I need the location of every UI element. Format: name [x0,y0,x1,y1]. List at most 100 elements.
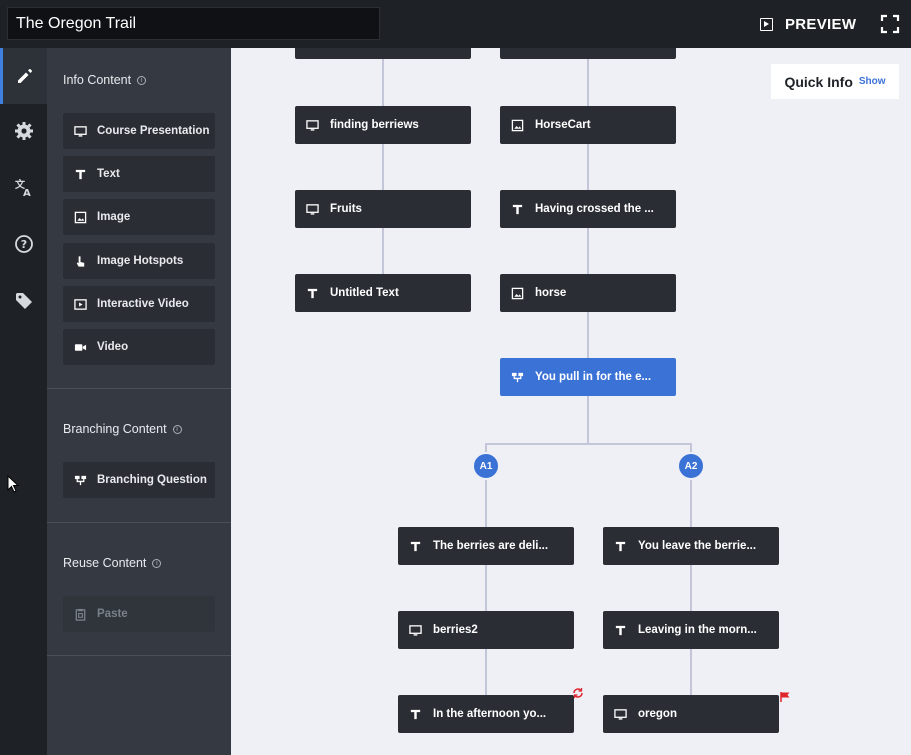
rail-translate[interactable]: 文A [0,159,47,215]
node-label: HorseCart [535,119,591,131]
reuse-content-heading: Reuse Content i [63,556,162,570]
node-label: horse [535,287,567,299]
info-icon[interactable]: i [137,75,147,85]
node-untitled-text[interactable]: Untitled Text [295,274,471,312]
quick-info-show-link[interactable]: Show [859,76,886,87]
panel-divider [47,388,231,389]
node-label: finding berriews [330,119,419,131]
tool-label: Video [97,341,129,353]
branching-icon [511,372,524,382]
node-you-leave[interactable]: You leave the berrie... [603,527,779,565]
info-content-heading: Info Content i [63,73,147,87]
help-icon: ? [14,235,33,253]
node-label: berries2 [433,624,478,636]
connector-line [382,144,384,190]
node-having-crossed[interactable]: Having crossed the ... [500,190,676,228]
node-label: Fruits [330,203,362,215]
tool-label: Image [97,211,131,223]
tool-label: Image Hotspots [97,255,184,267]
answer-badge-a1[interactable]: A1 [472,452,500,480]
title-input[interactable]: The Oregon Trail [7,7,380,40]
text-icon [615,541,626,551]
text-icon [615,625,626,635]
preview-icon [760,17,773,31]
image-icon [511,119,524,131]
node-finding-berriews[interactable]: finding berriews [295,106,471,144]
text-icon [410,541,421,551]
content-panel: Info Content i Course Presentation Text … [47,48,231,755]
node-label: oregon [638,708,677,720]
connector-line [485,565,487,611]
connector-line [587,144,589,190]
branching-content-title: Branching Content [63,422,167,436]
icon-rail: 文A ? [0,48,47,755]
node-label: Untitled Text [330,287,399,299]
connector-line [690,649,692,695]
svg-text:?: ? [20,238,26,251]
tool-interactive-video[interactable]: Interactive Video [63,286,215,322]
tool-image[interactable]: Image [63,199,215,235]
tool-paste[interactable]: Paste [63,596,215,632]
presentation-icon [74,125,87,137]
node-partial-left[interactable] [295,48,471,59]
info-icon[interactable]: i [152,558,162,568]
loop-back-icon[interactable] [572,687,584,699]
tag-icon [15,293,32,309]
answer-badge-a2[interactable]: A2 [677,452,705,480]
branching-canvas[interactable]: finding berriews HorseCart Fruits Having… [231,48,911,755]
hotspot-icon [76,255,85,267]
svg-text:A: A [23,188,31,197]
connector-line [587,312,589,358]
node-label: You pull in for the e... [535,371,652,383]
reuse-content-title: Reuse Content [63,556,147,570]
node-berries2[interactable]: berries2 [398,611,574,649]
node-label: You leave the berrie... [638,540,757,552]
presentation-icon [409,624,422,636]
node-oregon[interactable]: oregon [603,695,779,733]
text-icon [512,204,523,214]
node-berries-deli[interactable]: The berries are deli... [398,527,574,565]
node-label: Having crossed the ... [535,203,654,215]
node-afternoon[interactable]: In the afternoon yo... [398,695,574,733]
tool-image-hotspots[interactable]: Image Hotspots [63,243,215,279]
tool-course-presentation[interactable]: Course Presentation [63,113,215,149]
fullscreen-icon[interactable] [880,14,900,34]
connector-line [485,443,691,445]
connector-line [587,396,589,444]
gear-icon [14,122,33,140]
preview-button[interactable]: PREVIEW [760,13,856,35]
node-fruits[interactable]: Fruits [295,190,471,228]
node-you-pull-in[interactable]: You pull in for the e... [500,358,676,396]
text-icon [307,288,318,298]
rail-settings[interactable] [0,103,47,159]
panel-divider [47,522,231,523]
tool-video[interactable]: Video [63,329,215,365]
rail-help[interactable]: ? [0,216,47,272]
node-horsecart[interactable]: HorseCart [500,106,676,144]
connector-line [587,228,589,274]
presentation-icon [306,119,319,131]
node-partial-right[interactable] [500,48,676,59]
paste-icon [75,608,86,621]
node-leaving-morn[interactable]: Leaving in the morn... [603,611,779,649]
rail-metadata[interactable] [0,273,47,329]
presentation-icon [306,203,319,215]
connector-line [690,565,692,611]
end-flag-icon[interactable] [779,691,791,703]
node-horse[interactable]: horse [500,274,676,312]
node-label: Leaving in the morn... [638,624,757,636]
connector-line [382,228,384,274]
edit-icon [18,69,32,83]
tool-text[interactable]: Text [63,156,215,192]
rail-edit[interactable] [0,48,47,104]
top-bar: The Oregon Trail PREVIEW [0,0,911,48]
presentation-icon [614,708,627,720]
preview-label: PREVIEW [785,15,857,33]
mouse-cursor-icon [7,475,20,493]
panel-divider [47,655,231,656]
connector-line [485,649,487,695]
image-icon [74,211,87,223]
tool-branching-question[interactable]: Branching Question [63,462,215,498]
info-icon[interactable]: i [172,424,182,434]
tool-label: Text [97,168,120,180]
